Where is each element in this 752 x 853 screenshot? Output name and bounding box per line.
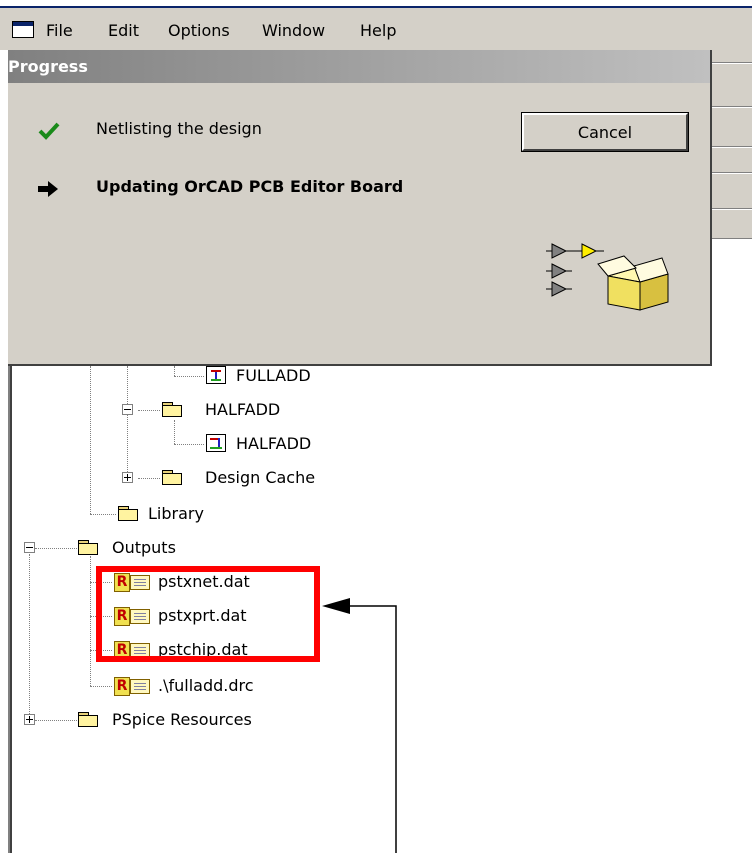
dialog-title: Progress — [8, 57, 88, 76]
arrow-right-icon — [38, 181, 58, 197]
checkmark-icon — [38, 122, 60, 140]
step-updating-board: Updating OrCAD PCB Editor Board — [96, 177, 404, 196]
cancel-button[interactable]: Cancel — [521, 112, 689, 152]
netlist-package-icon — [546, 243, 669, 311]
dialog-titlebar: Progress — [8, 50, 710, 83]
progress-dialog: Progress Netlisting the design Updating … — [8, 50, 712, 366]
step-netlisting: Netlisting the design — [96, 119, 262, 138]
